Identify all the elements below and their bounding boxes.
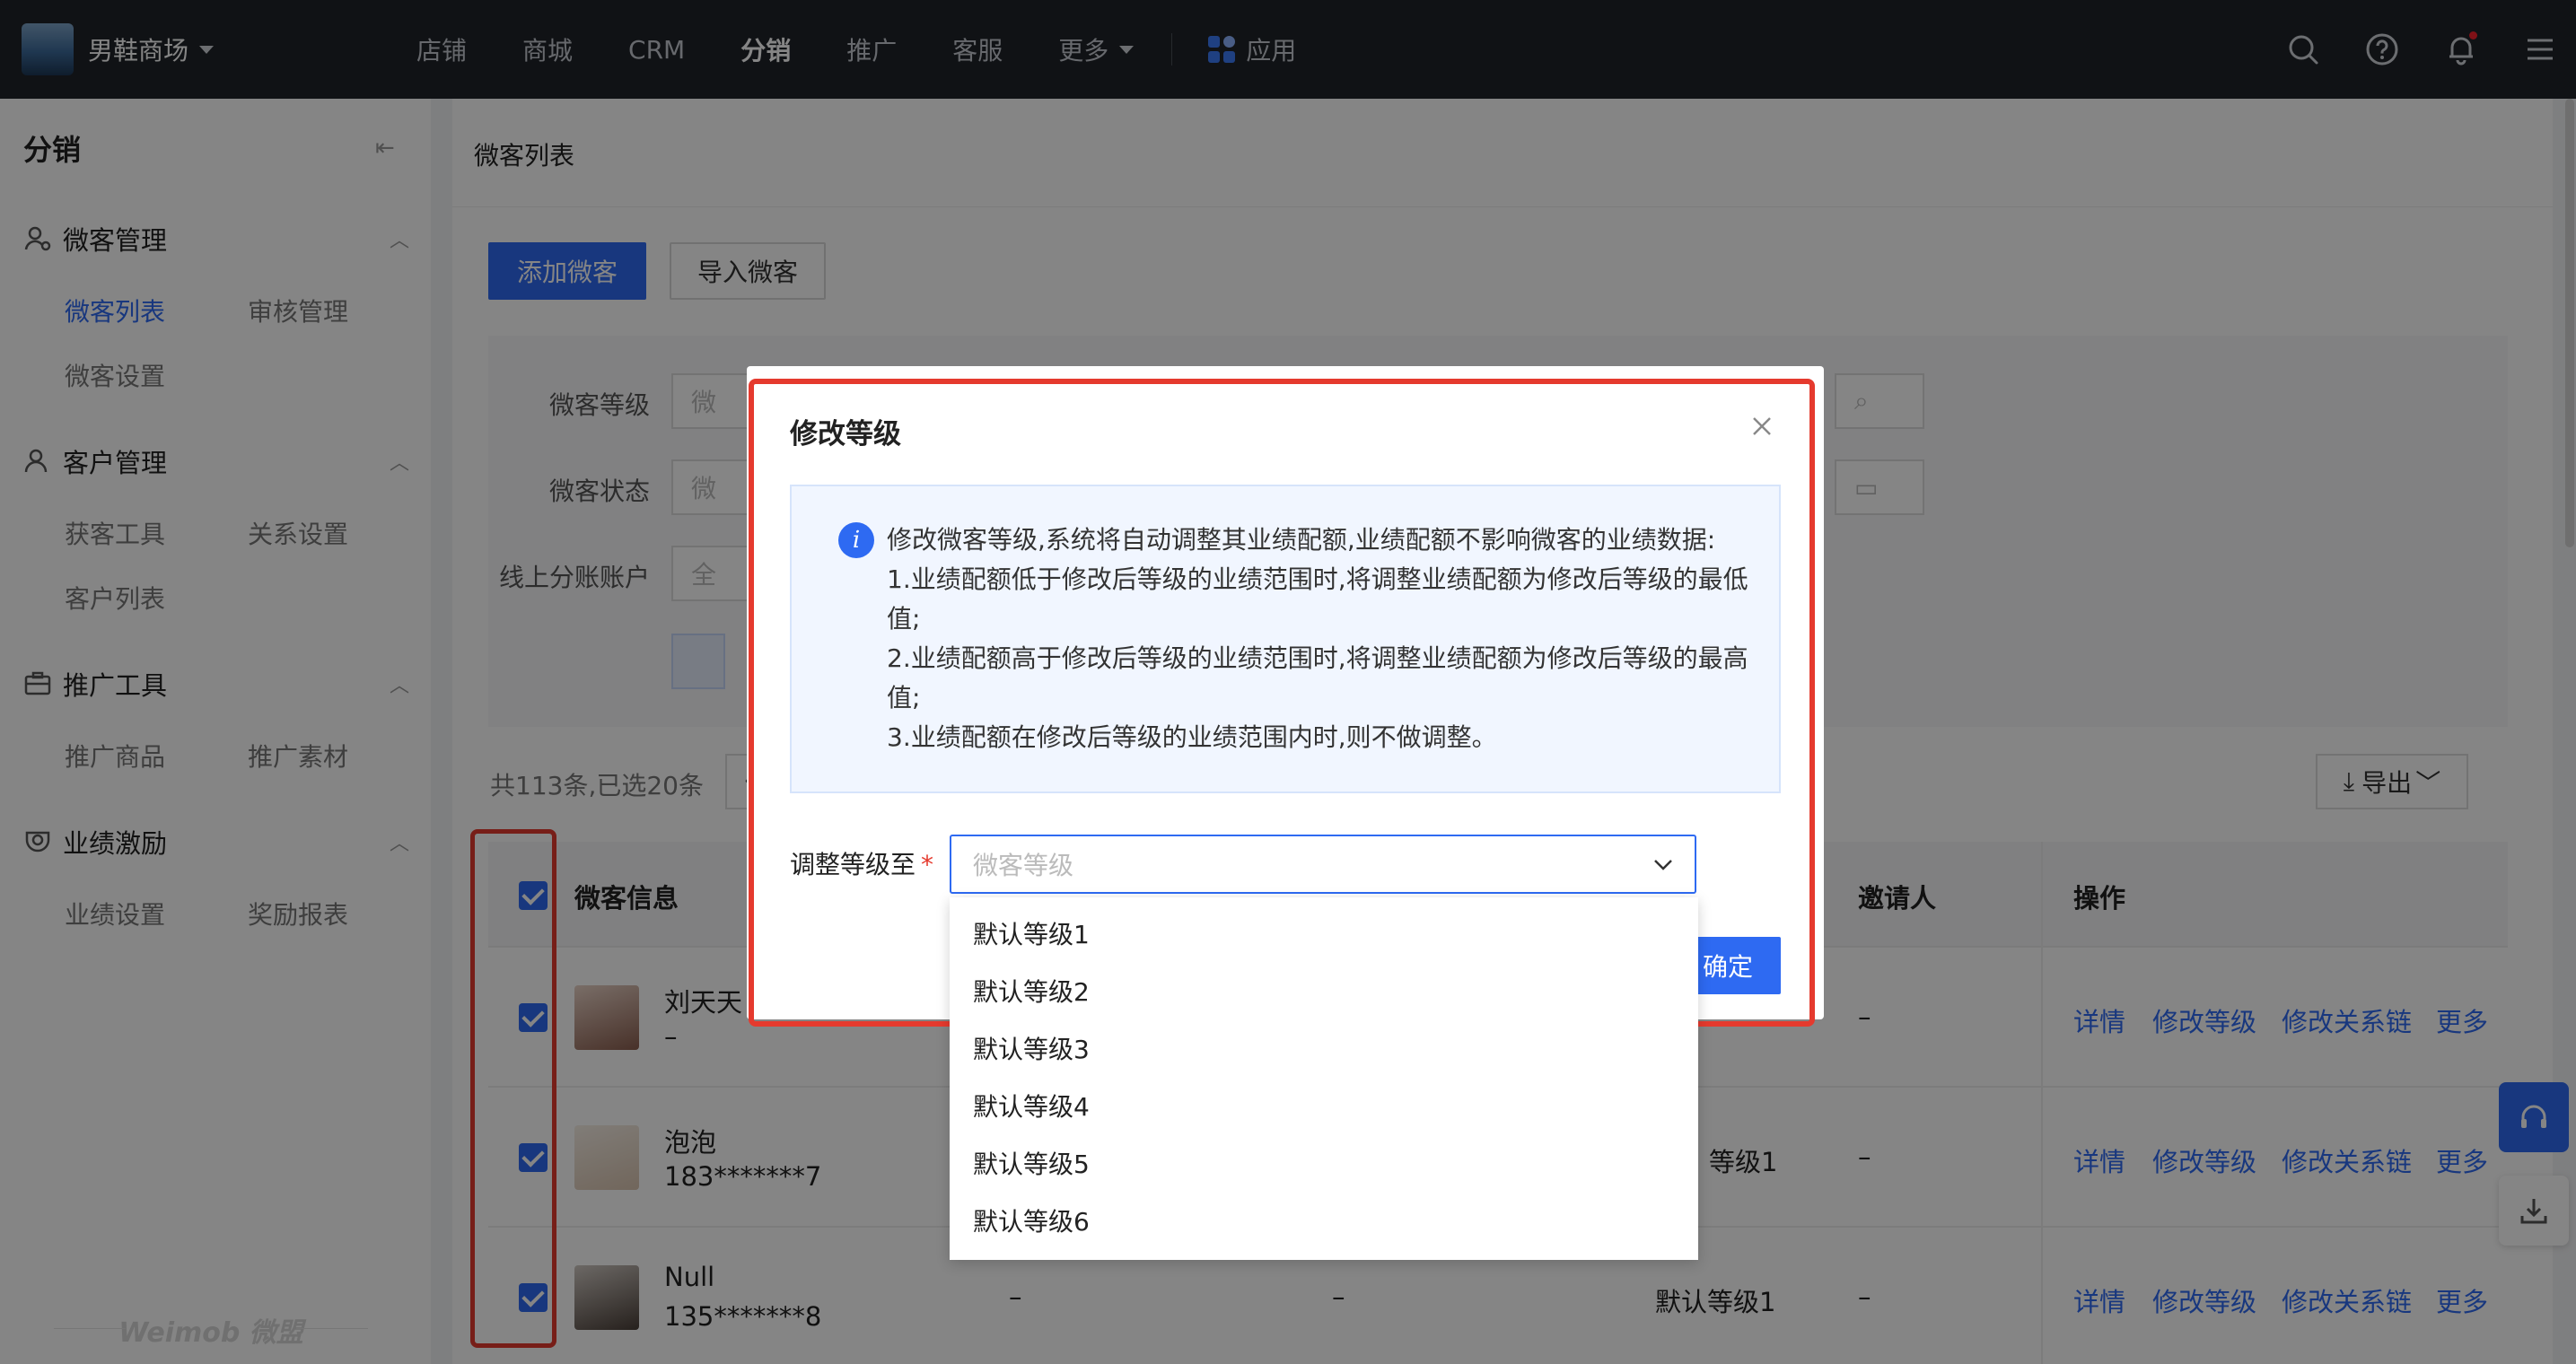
notice-text: 修改微客等级,系统将自动调整其业绩配额,业绩配额不影响微客的业绩数据: 1.业绩… bbox=[887, 520, 1766, 757]
chevron-down-icon bbox=[1654, 860, 1672, 870]
level-option[interactable]: 默认等级3 bbox=[950, 1021, 1698, 1079]
notice-line: 3.业绩配额在修改后等级的业绩范围内时,则不做调整。 bbox=[887, 722, 1497, 752]
required-mark: * bbox=[921, 850, 934, 879]
level-option[interactable]: 默认等级1 bbox=[950, 906, 1698, 964]
level-option[interactable]: 默认等级5 bbox=[950, 1136, 1698, 1194]
level-select[interactable]: 微客等级 bbox=[950, 835, 1696, 894]
level-field-text: 调整等级至 bbox=[790, 850, 916, 879]
close-icon[interactable] bbox=[1747, 411, 1777, 442]
level-select-placeholder: 微客等级 bbox=[973, 851, 1074, 880]
dialog-title: 修改等级 bbox=[790, 418, 901, 450]
notice-line: 修改微客等级,系统将自动调整其业绩配额,业绩配额不影响微客的业绩数据: bbox=[887, 525, 1716, 555]
confirm-label: 确定 bbox=[1702, 952, 1753, 982]
level-field-label: 调整等级至 * bbox=[790, 845, 933, 881]
level-option[interactable]: 默认等级2 bbox=[950, 964, 1698, 1021]
notice-line: 1.业绩配额低于修改后等级的业绩范围时,将调整业绩配额为修改后等级的最低值; bbox=[887, 564, 1748, 634]
level-option[interactable]: 默认等级4 bbox=[950, 1079, 1698, 1136]
notice-box: i 修改微客等级,系统将自动调整其业绩配额,业绩配额不影响微客的业绩数据: 1.… bbox=[790, 485, 1781, 793]
level-option[interactable]: 默认等级6 bbox=[950, 1194, 1698, 1251]
notice-line: 2.业绩配额高于修改后等级的业绩范围时,将调整业绩配额为修改后等级的最高值; bbox=[887, 643, 1748, 713]
level-dropdown-menu: 默认等级1 默认等级2 默认等级3 默认等级4 默认等级5 默认等级6 bbox=[950, 897, 1698, 1260]
info-icon: i bbox=[838, 522, 874, 558]
